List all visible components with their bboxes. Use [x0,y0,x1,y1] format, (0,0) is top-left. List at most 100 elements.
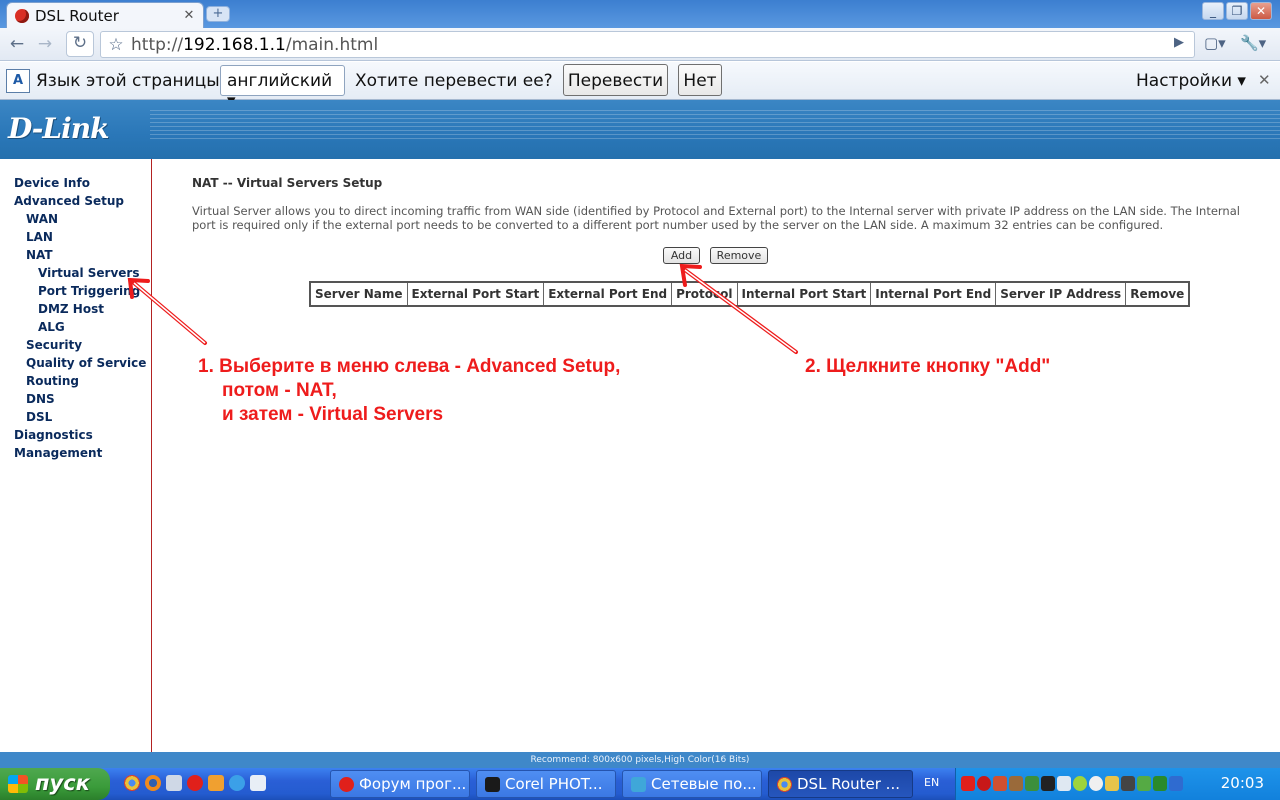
network-connections-icon [631,777,646,792]
translate-settings-menu[interactable]: Настройки ▾ [1136,71,1246,91]
menu-item-routing[interactable]: Routing [26,374,79,388]
new-tab-button[interactable]: + [206,6,230,22]
menu-item-advanced-setup[interactable]: Advanced Setup [14,194,124,208]
annotation-step1-line1: 1. Выберите в меню слева - Advanced Setu… [198,356,621,377]
tray-app-icon[interactable] [1041,776,1055,791]
close-window-icon[interactable]: ✕ [1250,2,1272,20]
menu-item-dmz-host[interactable]: DMZ Host [38,302,104,316]
dlink-banner: D-Link [0,100,1280,159]
status-bar: Recommend: 800x600 pixels,High Color(16 … [0,752,1280,768]
skype-icon[interactable] [250,775,266,791]
menu-item-security[interactable]: Security [26,338,82,352]
menu-item-device-info[interactable]: Device Info [14,176,90,190]
menu-item-dsl[interactable]: DSL [26,410,52,424]
menu-item-management[interactable]: Management [14,446,102,460]
tray-app-icon[interactable] [1137,776,1151,791]
opera-tray-icon[interactable] [961,776,975,791]
windows-logo-icon [8,775,28,793]
language-select[interactable]: английский ▾ [220,65,345,111]
go-arrow-icon[interactable]: ▶ [1174,35,1184,50]
translate-button[interactable]: Перевести [563,64,668,96]
router-menu: Device Info Advanced Setup WAN LAN NAT Virtua… [0,159,152,768]
menu-item-lan[interactable]: LAN [26,230,53,244]
volume-icon[interactable] [1105,776,1119,791]
menu-item-dns[interactable]: DNS [26,392,55,406]
close-icon[interactable]: ✕ [1258,71,1271,89]
firefox-icon[interactable] [145,775,161,791]
taskbar-button-forum[interactable]: Форум прог... [330,770,470,798]
tab-title: DSL Router [35,6,119,25]
tray-app-icon[interactable] [1169,776,1183,791]
tray-app-icon[interactable] [1153,776,1167,791]
taskbar-button-network[interactable]: Сетевые по... [622,770,762,798]
banner-stripes [150,110,1280,142]
menu-item-diagnostics[interactable]: Diagnostics [14,428,93,442]
tray-app-icon[interactable] [993,776,1007,791]
tray-app-icon[interactable] [1121,776,1135,791]
annotation-step1-line3: и затем - Virtual Servers [222,404,444,425]
add-button[interactable]: Add [663,247,700,264]
column-header-internal-port-start: Internal Port Start [736,281,872,307]
windows-taskbar: пуск Форум прог... Corel PHOT... Сетевые… [0,768,1280,800]
menu-item-wan[interactable]: WAN [26,212,58,226]
language-indicator[interactable]: EN [924,776,939,789]
main-content: NAT -- Virtual Servers Setup Virtual Ser… [152,159,1280,749]
column-header-external-port-end: External Port End [543,281,673,307]
menu-item-alg[interactable]: ALG [38,320,65,334]
menu-item-nat[interactable]: NAT [26,248,53,262]
column-header-remove: Remove [1125,281,1190,307]
dlink-logo: D-Link [8,112,110,145]
opera-icon [339,777,354,792]
annotation-step2: 2. Щелкните кнопку "Add" [805,356,1051,377]
menu-item-quality-of-service[interactable]: Quality of Service [26,356,146,370]
translate-icon: A [6,69,30,93]
remove-button[interactable]: Remove [710,247,768,264]
page-menu-icon[interactable]: ▢▾ [1204,34,1226,52]
maximize-icon[interactable]: ❐ [1226,2,1248,20]
router-page: D-Link Device Info Advanced Setup WAN LAN NA… [0,100,1280,768]
translate-label: Язык этой страницы [36,71,220,91]
browser-tab[interactable]: DSL Router ✕ [6,2,204,28]
page-title: NAT -- Virtual Servers Setup [192,176,383,190]
wrench-icon[interactable]: 🔧▾ [1240,34,1266,52]
column-header-internal-port-end: Internal Port End [870,281,997,307]
camera-icon [485,777,500,792]
tray-app-icon[interactable] [1073,776,1087,791]
column-header-external-port-start: External Port Start [406,281,545,307]
browser-tab-strip: DSL Router ✕ + _ ❐ ✕ [0,0,1280,28]
forward-arrow-icon[interactable]: → [32,33,58,55]
back-arrow-icon[interactable]: ← [4,33,30,55]
column-header-server-ip-address: Server IP Address [995,281,1127,307]
menu-item-virtual-servers[interactable]: Virtual Servers [38,266,140,280]
chrome-icon [777,777,792,792]
tray-app-icon[interactable] [1057,776,1071,791]
opera-tray-icon[interactable] [977,776,991,791]
tray-app-icon[interactable] [1025,776,1039,791]
start-button[interactable]: пуск [0,768,110,800]
app-icon[interactable] [208,775,224,791]
bookmark-star-icon[interactable]: ☆ [101,35,131,55]
annotation-step1-line2: потом - NAT, [222,380,337,401]
system-tray: 20:03 [955,768,1280,800]
translate-bar: A Язык этой страницы английский ▾ Хотите… [0,62,1280,111]
minimize-icon[interactable]: _ [1202,2,1224,20]
quick-launch [124,775,266,791]
url-text[interactable]: http://192.168.1.1/main.html [131,35,378,55]
reload-icon[interactable]: ↻ [66,31,94,57]
taskbar-button-dsl-router[interactable]: DSL Router ... [768,770,913,798]
ie-icon[interactable] [229,775,245,791]
tray-app-icon[interactable] [1009,776,1023,791]
address-bar[interactable]: ☆ http://192.168.1.1/main.html ▶ [100,31,1195,58]
tray-app-icon[interactable] [1089,776,1103,791]
table-header-row: Server Name External Port Start External P… [309,281,1190,307]
close-tab-icon[interactable]: ✕ [181,8,197,23]
clock: 20:03 [1220,774,1264,792]
chrome-icon[interactable] [124,775,140,791]
menu-item-port-triggering[interactable]: Port Triggering [38,284,140,298]
taskbar-button-corel[interactable]: Corel PHOT... [476,770,616,798]
column-header-server-name: Server Name [309,281,408,307]
network-icon[interactable] [166,775,182,791]
browser-toolbar: ← → ↻ ☆ http://192.168.1.1/main.html ▶ ▢… [0,28,1280,61]
opera-icon[interactable] [187,775,203,791]
no-translate-button[interactable]: Нет [678,64,722,96]
